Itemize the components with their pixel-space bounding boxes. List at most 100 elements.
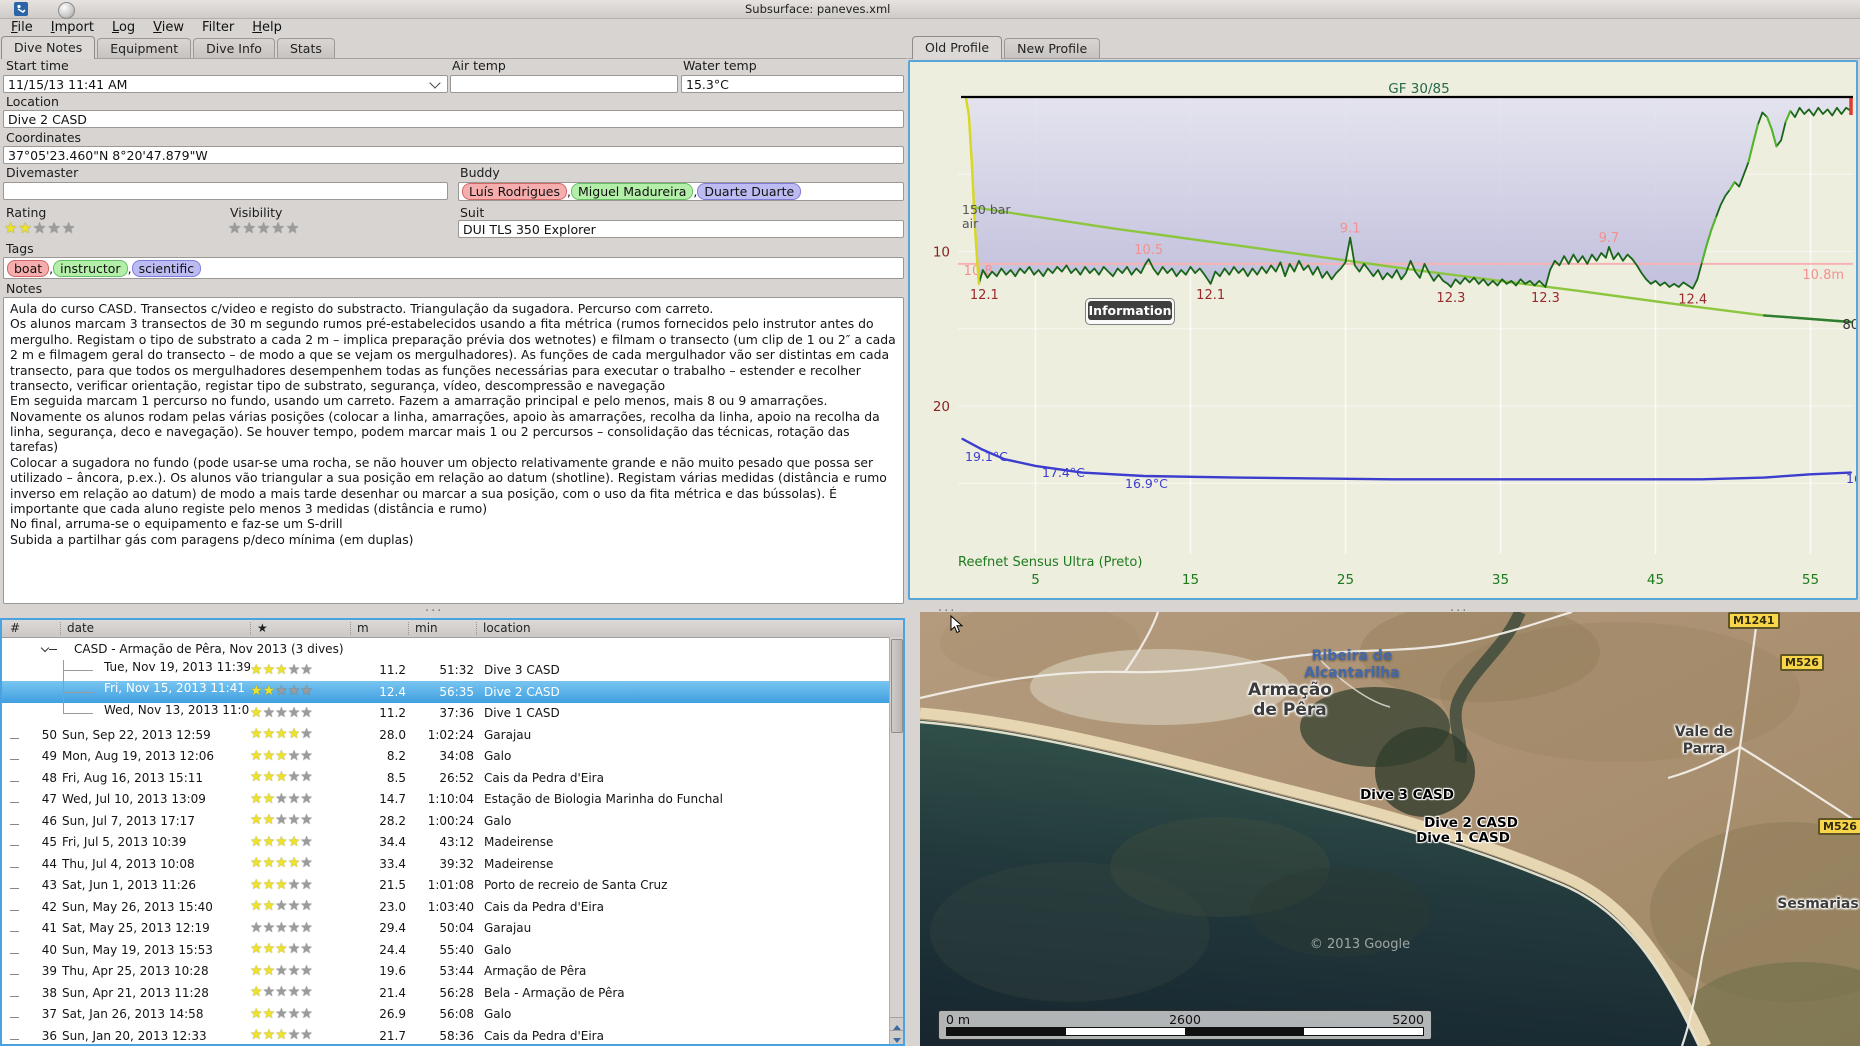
dive-row[interactable]: 46 Sun, Jul 7, 2013 17:17 ★★★★★ 28.2 1:00:24… <box>2 810 903 832</box>
star-icon: ★ <box>250 790 263 807</box>
dive-row[interactable]: 49 Mon, Aug 19, 2013 12:06 ★★★★★ 8.2 34:08 Ga… <box>2 746 903 768</box>
tab-dive-notes[interactable]: Dive Notes <box>1 36 96 59</box>
col-depth[interactable]: m <box>350 622 408 635</box>
star-icon[interactable]: ★ <box>257 219 270 237</box>
tab-new-profile[interactable]: New Profile <box>1004 38 1101 58</box>
svg-text:16: 16 <box>1846 471 1856 486</box>
dive-row[interactable]: Fri, Nov 15, 2013 11:41 ★★★★★ 12.4 56:35 Div… <box>2 681 903 703</box>
col-rating[interactable]: ★ <box>250 622 350 635</box>
air-temp-input[interactable] <box>450 75 678 93</box>
divemaster-input[interactable] <box>3 182 448 200</box>
dive-depth: 12.4 <box>379 684 406 699</box>
dive-row[interactable]: 45 Fri, Jul 5, 2013 10:39 ★★★★★ 34.4 43:12 Ma… <box>2 832 903 854</box>
dive-row[interactable]: 48 Fri, Aug 16, 2013 15:11 ★★★★★ 8.5 26:52 Ca… <box>2 767 903 789</box>
menu-filter[interactable]: Filter <box>193 19 243 36</box>
dive-rating: ★★★★★ <box>250 770 350 785</box>
dive-location: Garajau <box>484 921 532 936</box>
information-button[interactable]: Information <box>1085 298 1175 325</box>
menu-file[interactable]: File <box>2 19 42 36</box>
tab-equipment[interactable]: Equipment <box>97 38 192 58</box>
water-temp-input[interactable] <box>681 75 904 93</box>
dive-row[interactable]: Tue, Nov 19, 2013 11:39 ★★★★★ 11.2 51:32 Div… <box>2 659 903 681</box>
start-time-combobox[interactable]: 11/15/13 11:41 AM <box>3 75 448 93</box>
visibility-stars[interactable]: ★★★★★ <box>228 220 300 238</box>
scroll-down-button[interactable] <box>890 1030 903 1044</box>
splitter-handle[interactable]: ··· <box>425 604 443 619</box>
dive-map[interactable]: 0 m 2600 5200 Ribeira de Alcantarilha Arm… <box>920 612 1860 1046</box>
star-icon: ★ <box>262 941 276 958</box>
dive-depth: 21.5 <box>379 878 406 893</box>
dive-row[interactable]: 38 Sun, Apr 21, 2013 11:28 ★★★★★ 21.4 56:28 B… <box>2 982 903 1004</box>
star-icon: ★ <box>287 876 301 893</box>
tab-old-profile[interactable]: Old Profile <box>912 36 1003 59</box>
dive-row[interactable]: 36 Sun, Jan 20, 2013 12:33 ★★★★★ 21.7 58:36 C… <box>2 1025 903 1044</box>
buddy-input[interactable]: Luís Rodrigues, Miguel Madureira, Duarte… <box>458 182 904 201</box>
location-input[interactable] <box>3 110 904 128</box>
trip-expand-arrow[interactable] <box>2 642 60 656</box>
dive-depth: 19.6 <box>379 964 406 979</box>
star-icon: ★ <box>275 833 288 850</box>
dive-number: 44 <box>2 857 60 871</box>
menu-view[interactable]: View <box>144 19 193 36</box>
tree-dash <box>10 1038 19 1040</box>
dive-date: Fri, Nov 15, 2013 11:41 <box>60 681 250 703</box>
dive-site-marker-dive-3[interactable]: Dive 3 CASD <box>1360 787 1454 803</box>
tab-stats[interactable]: Stats <box>276 38 335 58</box>
water-temp-label: Water temp <box>683 58 757 73</box>
dive-site-marker-dive-2[interactable]: Dive 2 CASD <box>1424 815 1518 831</box>
dive-row[interactable]: 40 Sun, May 19, 2013 15:53 ★★★★★ 24.4 55:40 G… <box>2 939 903 961</box>
dive-list-scrollbar[interactable] <box>889 637 903 1044</box>
dive-row[interactable]: Wed, Nov 13, 2013 11:06 ★★★★★ 11.2 37:36 Div… <box>2 702 903 725</box>
menu-log[interactable]: Log <box>103 19 144 36</box>
star-icon[interactable]: ★ <box>62 219 75 237</box>
dive-row[interactable]: 37 Sat, Jan 26, 2013 14:58 ★★★★★ 26.9 56:08 G… <box>2 1004 903 1026</box>
col-location[interactable]: location <box>476 622 903 635</box>
dive-site-marker-dive-1[interactable]: Dive 1 CASD <box>1416 830 1510 846</box>
dive-row[interactable]: 41 Sat, May 25, 2013 12:19 ★★★★★ 29.4 50:04 G… <box>2 918 903 940</box>
star-icon[interactable]: ★ <box>242 219 255 237</box>
location-label: Location <box>6 94 59 109</box>
dive-row[interactable]: 47 Wed, Jul 10, 2013 13:09 ★★★★★ 14.7 1:10:0… <box>2 789 903 811</box>
scroll-up-button[interactable] <box>890 1017 903 1031</box>
trip-row[interactable]: CASD - Armação de Pêra, Nov 2013 (3 dive… <box>2 638 903 660</box>
tag-pill: Luís Rodrigues <box>462 183 568 200</box>
star-icon[interactable]: ★ <box>4 219 17 237</box>
dive-row[interactable]: 43 Sat, Jun 1, 2013 11:26 ★★★★★ 21.5 1:01:08… <box>2 875 903 897</box>
col-duration[interactable]: min <box>408 622 476 635</box>
star-icon: ★ <box>300 1027 313 1044</box>
tag-pill: boat <box>7 259 50 277</box>
star-icon: ★ <box>300 855 313 872</box>
dive-number: 49 <box>2 749 60 763</box>
dive-rating: ★★★★★ <box>250 727 350 742</box>
dive-date: Sat, Jan 26, 2013 14:58 <box>62 1007 204 1022</box>
col-number[interactable]: # <box>2 622 60 635</box>
star-icon[interactable]: ★ <box>271 219 284 237</box>
dive-row[interactable]: 44 Thu, Jul 4, 2013 10:08 ★★★★★ 33.4 39:32 Ma… <box>2 853 903 875</box>
tree-dash <box>10 737 19 739</box>
star-icon: ★ <box>300 790 313 807</box>
window-button[interactable] <box>58 2 75 19</box>
dive-depth: 33.4 <box>379 856 406 871</box>
dive-rating: ★★★★★ <box>250 899 350 914</box>
rating-stars[interactable]: ★★★★★ <box>4 220 76 238</box>
star-icon[interactable]: ★ <box>228 219 241 237</box>
star-icon[interactable]: ★ <box>286 219 299 237</box>
star-icon: ★ <box>300 984 313 1001</box>
col-date[interactable]: date <box>60 622 250 635</box>
star-icon[interactable]: ★ <box>18 219 31 237</box>
tags-input[interactable]: boat, instructor, scientific <box>3 257 904 279</box>
dive-number: 46 <box>2 814 60 828</box>
dive-row[interactable]: 42 Sun, May 26, 2013 15:40 ★★★★★ 23.0 1:03:4… <box>2 896 903 918</box>
suit-input[interactable] <box>458 220 904 238</box>
dive-list-header[interactable]: # date ★ m min location <box>2 620 903 638</box>
coordinates-input[interactable] <box>3 146 904 164</box>
menu-import[interactable]: Import <box>42 19 103 36</box>
scrollbar-thumb[interactable] <box>891 639 903 733</box>
tab-dive-info[interactable]: Dive Info <box>193 38 275 58</box>
menu-help[interactable]: Help <box>243 19 291 36</box>
notes-textarea[interactable]: Aula do curso CASD. Transectos c/video e… <box>3 297 904 604</box>
star-icon[interactable]: ★ <box>47 219 60 237</box>
dive-row[interactable]: 50 Sun, Sep 22, 2013 12:59 ★★★★★ 28.0 1:02:2… <box>2 724 903 746</box>
star-icon[interactable]: ★ <box>33 219 46 237</box>
dive-row[interactable]: 39 Thu, Apr 25, 2013 10:28 ★★★★★ 19.6 53:44 A… <box>2 961 903 983</box>
